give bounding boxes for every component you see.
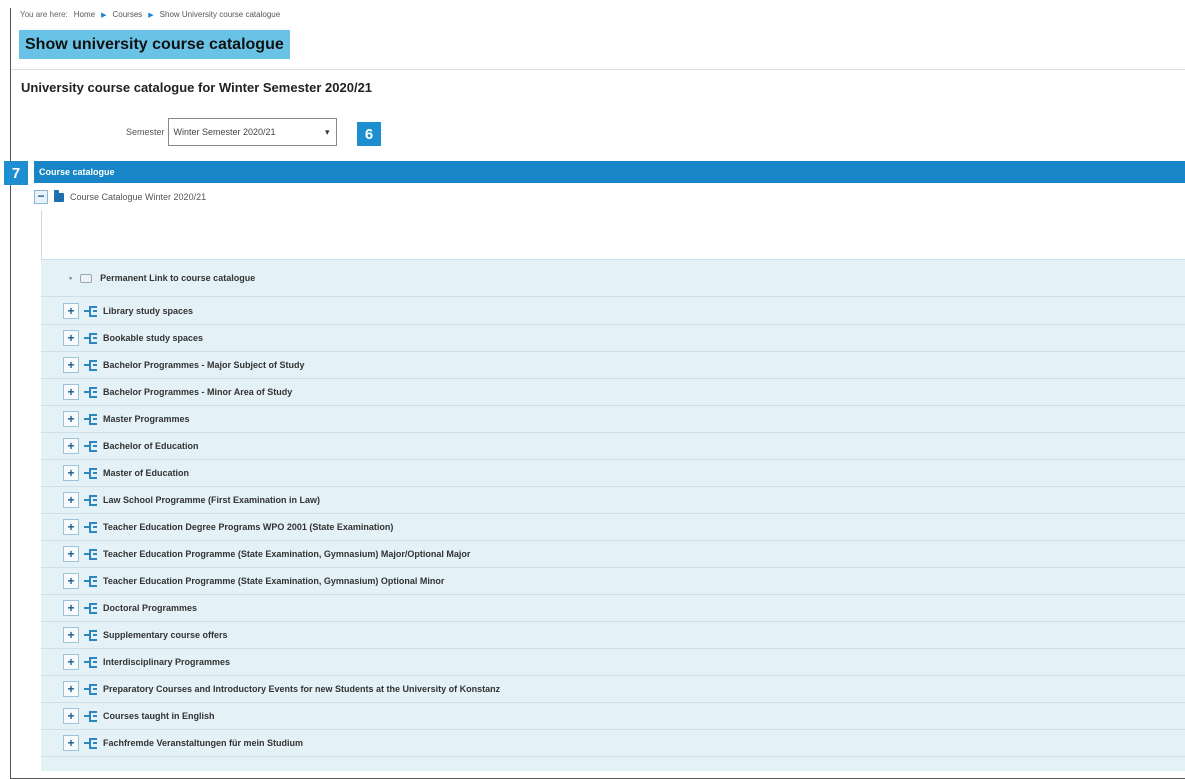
semester-dropdown[interactable]: Winter Semester 2020/21 ▾ xyxy=(167,118,337,146)
tree-item-label[interactable]: Bachelor Programmes - Minor Area of Stud… xyxy=(103,387,292,397)
expand-plus-icon[interactable]: + xyxy=(63,573,79,589)
permalink-row: • Permanent Link to course catalogue xyxy=(41,259,1185,297)
tree-item: + Law School Programme (First Examination… xyxy=(41,487,1185,514)
tree-node-icon xyxy=(84,683,98,695)
expand-plus-icon[interactable]: + xyxy=(63,492,79,508)
expand-plus-icon[interactable]: + xyxy=(63,357,79,373)
tree-item: + Bachelor of Education xyxy=(41,433,1185,460)
expand-plus-icon[interactable]: + xyxy=(63,600,79,616)
breadcrumb-current: Show University course catalogue xyxy=(159,10,281,19)
tree-item-label[interactable]: Library study spaces xyxy=(103,306,193,316)
permalink-link[interactable]: Permanent Link to course catalogue xyxy=(100,273,255,283)
semester-label: Semester xyxy=(126,127,165,137)
expand-plus-icon[interactable]: + xyxy=(63,330,79,346)
catalogue-subtitle: University course catalogue for Winter S… xyxy=(21,80,373,95)
tree-item: + Fachfremde Veranstaltungen für mein Stu… xyxy=(41,730,1185,757)
breadcrumb: You are here: Home ▶ Courses ▶ Show Univ… xyxy=(20,10,280,19)
expand-plus-icon[interactable]: + xyxy=(63,708,79,724)
expand-plus-icon[interactable]: + xyxy=(63,411,79,427)
bullet-icon: • xyxy=(69,273,73,283)
tree-item-label[interactable]: Teacher Education Degree Programs WPO 20… xyxy=(103,522,393,532)
tree-item: + Teacher Education Programme (State Exam… xyxy=(41,541,1185,568)
tree-item: + Bachelor Programmes - Minor Area of Stu… xyxy=(41,379,1185,406)
catalogue-root-node: − Course Catalogue Winter 2020/21 xyxy=(34,189,206,204)
course-catalogue-header: Course catalogue xyxy=(34,161,1185,183)
expand-plus-icon[interactable]: + xyxy=(63,654,79,670)
tree-node-icon xyxy=(84,413,98,425)
tree-item: + Master Programmes xyxy=(41,406,1185,433)
tree-node-icon xyxy=(84,575,98,587)
expand-plus-icon[interactable]: + xyxy=(63,384,79,400)
tree-item: + Courses taught in English xyxy=(41,703,1185,730)
tree-node-icon xyxy=(84,629,98,641)
tree-node-icon xyxy=(84,386,98,398)
tree-node-icon xyxy=(84,737,98,749)
tree-item: + Bookable study spaces xyxy=(41,325,1185,352)
tree-item: + Library study spaces xyxy=(41,298,1185,325)
tree-node-icon xyxy=(84,602,98,614)
callout-badge-6: 6 xyxy=(357,122,381,146)
tree-node-icon xyxy=(84,710,98,722)
tree-item: + Interdisciplinary Programmes xyxy=(41,649,1185,676)
semester-selector: Semester Winter Semester 2020/21 ▾ xyxy=(126,118,337,146)
tree-item: + Teacher Education Programme (State Exam… xyxy=(41,568,1185,595)
expand-plus-icon[interactable]: + xyxy=(63,303,79,319)
tree-item-label[interactable]: Preparatory Courses and Introductory Eve… xyxy=(103,684,500,694)
chevron-right-icon: ▶ xyxy=(101,11,107,19)
catalogue-root-label[interactable]: Course Catalogue Winter 2020/21 xyxy=(70,192,206,202)
tree-item-label[interactable]: Fachfremde Veranstaltungen für mein Stud… xyxy=(103,738,303,748)
expand-plus-icon[interactable]: + xyxy=(63,465,79,481)
semester-selected-value: Winter Semester 2020/21 xyxy=(173,127,276,137)
tree-item-label[interactable]: Bookable study spaces xyxy=(103,333,203,343)
expand-plus-icon[interactable]: + xyxy=(63,519,79,535)
tree-item: + Preparatory Courses and Introductory Ev… xyxy=(41,676,1185,703)
tree-item-label[interactable]: Bachelor Programmes - Major Subject of S… xyxy=(103,360,305,370)
tree-item-label[interactable]: Master Programmes xyxy=(103,414,190,424)
catalogue-tree: + Library study spaces + Bookable study spa… xyxy=(41,298,1185,757)
tree-item-label[interactable]: Bachelor of Education xyxy=(103,441,199,451)
tree-item: + Bachelor Programmes - Major Subject of … xyxy=(41,352,1185,379)
tree-item: + Doctoral Programmes xyxy=(41,595,1185,622)
tree-node-icon xyxy=(84,305,98,317)
tree-item-label[interactable]: Law School Programme (First Examination … xyxy=(103,495,320,505)
tree-item-label[interactable]: Teacher Education Programme (State Exami… xyxy=(103,576,444,586)
breadcrumb-courses[interactable]: Courses xyxy=(112,10,142,19)
chevron-down-icon: ▾ xyxy=(324,126,330,137)
tree-item: + Teacher Education Degree Programs WPO 2… xyxy=(41,514,1185,541)
tree-item-label[interactable]: Interdisciplinary Programmes xyxy=(103,657,230,667)
expand-plus-icon[interactable]: + xyxy=(63,546,79,562)
divider xyxy=(11,69,1185,70)
tree-node-icon xyxy=(84,359,98,371)
tree-node-icon xyxy=(84,440,98,452)
tree-node-icon xyxy=(84,521,98,533)
chevron-right-icon: ▶ xyxy=(148,11,154,19)
expand-plus-icon[interactable]: + xyxy=(63,627,79,643)
tree-node-icon xyxy=(84,332,98,344)
collapse-toggle[interactable]: − xyxy=(34,190,48,204)
tree-node-icon xyxy=(84,656,98,668)
page-title: Show university course catalogue xyxy=(19,30,290,59)
expand-plus-icon[interactable]: + xyxy=(63,681,79,697)
tree-item: + Supplementary course offers xyxy=(41,622,1185,649)
breadcrumb-prefix: You are here: xyxy=(20,10,68,19)
tree-node-icon xyxy=(84,494,98,506)
tree-item-label[interactable]: Master of Education xyxy=(103,468,189,478)
callout-badge-7: 7 xyxy=(4,161,28,185)
breadcrumb-home[interactable]: Home xyxy=(74,10,95,19)
tree-node-icon xyxy=(84,548,98,560)
tree-node-icon xyxy=(84,467,98,479)
link-icon xyxy=(80,273,93,283)
expand-plus-icon[interactable]: + xyxy=(63,438,79,454)
expand-plus-icon[interactable]: + xyxy=(63,735,79,751)
tree-item-label[interactable]: Doctoral Programmes xyxy=(103,603,197,613)
tree-item: + Master of Education xyxy=(41,460,1185,487)
catalogue-book-icon xyxy=(54,189,64,202)
tree-item-label[interactable]: Supplementary course offers xyxy=(103,630,228,640)
tree-item-label[interactable]: Courses taught in English xyxy=(103,711,215,721)
tree-item-label[interactable]: Teacher Education Programme (State Exami… xyxy=(103,549,470,559)
